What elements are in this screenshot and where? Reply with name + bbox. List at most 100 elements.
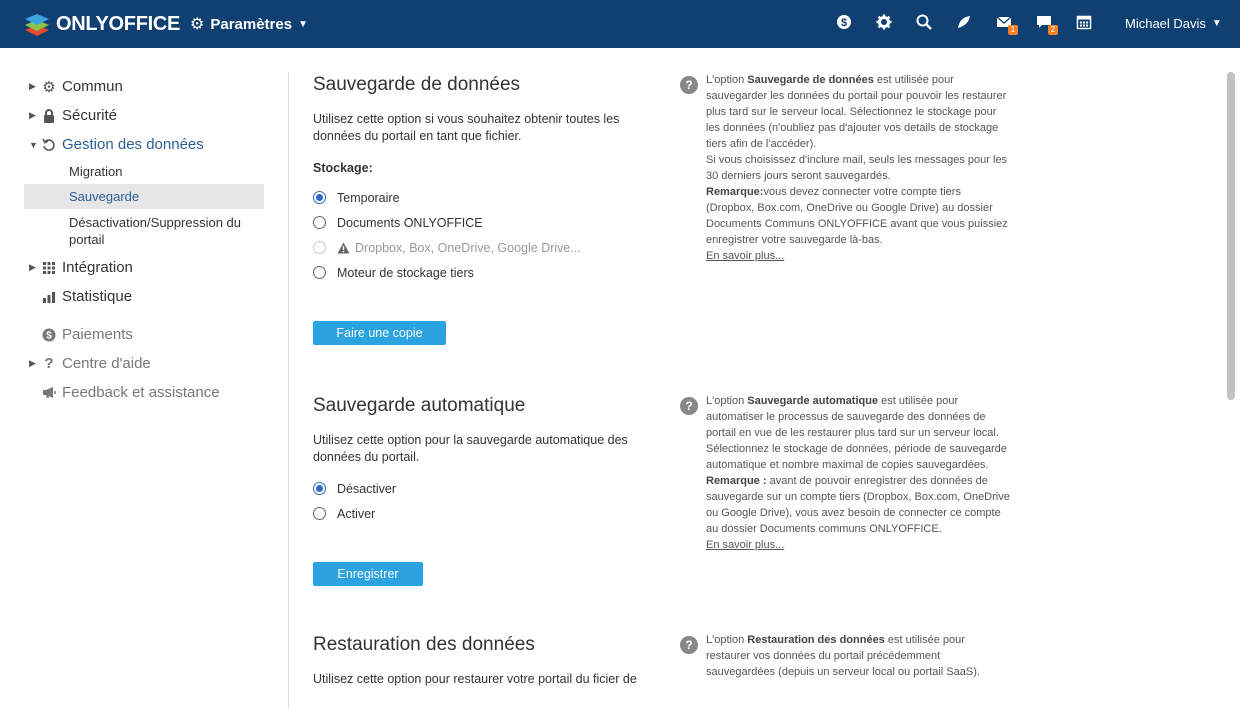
section-description: Utilisez cette option pour la sauvegarde… [313, 433, 628, 464]
sidebar-item-centre-aide[interactable]: ▶ ? Centre d'aide [24, 349, 264, 378]
help-text-mail: Si vous choisissez d'inclure mail, seuls… [706, 154, 1008, 182]
restore-help: ? L'option Restauration des données est … [680, 632, 1010, 680]
lock-icon [41, 108, 57, 124]
help-icon: ? [680, 397, 698, 415]
learn-more-link[interactable]: En savoir plus... [706, 539, 784, 551]
sidebar-item-integration[interactable]: ▶ Intégration [24, 253, 264, 282]
sidebar-subitem-migration[interactable]: Migration [24, 159, 264, 184]
sidebar-item-label: Gestion des données [62, 136, 204, 153]
sidebar-item-label: Statistique [62, 288, 133, 305]
page-scrollbar[interactable] [1227, 72, 1235, 400]
bar-chart-icon [41, 289, 57, 305]
sidebar-item-commun[interactable]: ▶ ⚙ Commun [24, 72, 264, 101]
sidebar-subitem-label: Sauvegarde [69, 189, 140, 204]
radio-label: Activer [337, 506, 376, 521]
backup-help: ? L'option Sauvegarde de données est uti… [680, 72, 1010, 264]
help-prefix: L'option [706, 634, 745, 646]
help-option-name: Sauvegarde automatique [747, 395, 879, 407]
warning-icon [337, 242, 350, 254]
logo-text: ONLYOFFICE [56, 12, 181, 35]
payments-icon[interactable]: $ [824, 14, 864, 34]
radio-button[interactable] [313, 482, 326, 495]
search-icon[interactable] [904, 14, 944, 34]
radio-button [313, 241, 326, 254]
sidebar-item-feedback[interactable]: Feedback et assistance [24, 378, 264, 407]
section-title: Restauration des données [313, 634, 535, 655]
help-prefix: L'option [706, 74, 745, 86]
help-icon: ? [680, 636, 698, 654]
sidebar-item-label: Intégration [62, 259, 133, 276]
radio-button[interactable] [313, 191, 326, 204]
user-name: Michael Davis [1125, 16, 1206, 31]
mail-badge: 1 [1008, 25, 1018, 35]
sidebar-item-label: Paiements [62, 326, 133, 343]
expand-arrow-icon[interactable]: ▶ [29, 81, 36, 92]
chevron-down-icon: ▼ [1211, 18, 1222, 29]
chat-icon[interactable]: 2 [1024, 14, 1064, 35]
collapse-arrow-icon[interactable]: ▼ [29, 140, 38, 150]
sidebar-subitem-sauvegarde[interactable]: Sauvegarde [24, 184, 264, 209]
dollar-icon: $ [41, 327, 57, 343]
make-copy-button[interactable]: Faire une copie [313, 321, 446, 345]
chat-badge: 2 [1048, 25, 1058, 35]
sidebar-item-label: Centre d'aide [62, 355, 151, 372]
module-selector[interactable]: ⚙ Paramètres ▼ [190, 14, 308, 34]
question-icon: ? [44, 355, 54, 372]
sidebar-subitem-label: Désactivation/Suppression du portail [69, 215, 241, 247]
logo-icon [24, 11, 50, 37]
mail-icon[interactable]: 1 [984, 14, 1024, 35]
radio-button[interactable] [313, 266, 326, 279]
grid-icon [41, 260, 57, 276]
sidebar-item-paiements[interactable]: $ Paiements [24, 320, 264, 349]
section-title: Sauvegarde automatique [313, 395, 526, 416]
expand-arrow-icon[interactable]: ▶ [29, 358, 36, 369]
svg-text:$: $ [841, 17, 847, 29]
save-button[interactable]: Enregistrer [313, 562, 423, 586]
calendar-icon[interactable] [1064, 14, 1104, 34]
top-navigation-bar: ONLYOFFICE ⚙ Paramètres ▼ $ 1 2 Michael … [0, 0, 1240, 48]
radio-button[interactable] [313, 507, 326, 520]
expand-arrow-icon[interactable]: ▶ [29, 110, 36, 121]
sidebar-item-label: Feedback et assistance [62, 384, 220, 401]
help-prefix: L'option [706, 395, 745, 407]
radio-label: Moteur de stockage tiers [337, 265, 474, 280]
storage-option-thirdparty: Dropbox, Box, OneDrive, Google Drive... [313, 235, 663, 260]
auto-backup-section: Sauvegarde automatique Utilisez cette op… [313, 395, 663, 586]
storage-option-temporaire[interactable]: Temporaire [313, 185, 663, 210]
sidebar-item-gestion-donnees[interactable]: ▼ Gestion des données [24, 130, 264, 159]
section-title: Sauvegarde de données [313, 74, 521, 95]
storage-option-engine[interactable]: Moteur de stockage tiers [313, 260, 663, 285]
help-option-name: Restauration des données [747, 634, 885, 646]
settings-icon[interactable] [864, 14, 904, 34]
sidebar-divider [288, 72, 289, 708]
gear-icon: ⚙ [42, 78, 56, 96]
megaphone-icon [41, 385, 57, 401]
sidebar-subitem-desactivation[interactable]: Désactivation/Suppression du portail [24, 209, 264, 253]
settings-sidebar: ▶ ⚙ Commun ▶ Sécurité ▼ Gestion des donn… [24, 72, 264, 407]
sidebar-item-securite[interactable]: ▶ Sécurité [24, 101, 264, 130]
help-note-label: Remarque : [706, 475, 767, 487]
radio-label: Dropbox, Box, OneDrive, Google Drive... [355, 240, 581, 255]
radio-label: Temporaire [337, 190, 400, 205]
restore-section: Restauration des données Utilisez cette … [313, 634, 663, 688]
help-note-label: Remarque: [706, 186, 764, 198]
learn-more-link[interactable]: En savoir plus... [706, 250, 784, 262]
restore-icon [41, 137, 57, 153]
user-menu[interactable]: Michael Davis ▼ [1125, 16, 1222, 31]
backup-section: Sauvegarde de données Utilisez cette opt… [313, 74, 663, 345]
sidebar-subitem-label: Migration [69, 164, 123, 179]
storage-option-documents[interactable]: Documents ONLYOFFICE [313, 210, 663, 235]
feed-icon[interactable] [944, 14, 984, 34]
auto-backup-help: ? L'option Sauvegarde automatique est ut… [680, 393, 1010, 553]
svg-text:$: $ [46, 330, 52, 341]
help-option-name: Sauvegarde de données [747, 74, 874, 86]
help-icon: ? [680, 76, 698, 94]
gear-icon: ⚙ [190, 16, 205, 33]
expand-arrow-icon[interactable]: ▶ [29, 262, 36, 273]
auto-option-activer[interactable]: Activer [313, 501, 663, 526]
radio-button[interactable] [313, 216, 326, 229]
module-label: Paramètres [210, 15, 293, 33]
auto-option-desactiver[interactable]: Désactiver [313, 476, 663, 501]
sidebar-item-statistique[interactable]: Statistique [24, 282, 264, 311]
onlyoffice-logo[interactable]: ONLYOFFICE [24, 11, 180, 37]
